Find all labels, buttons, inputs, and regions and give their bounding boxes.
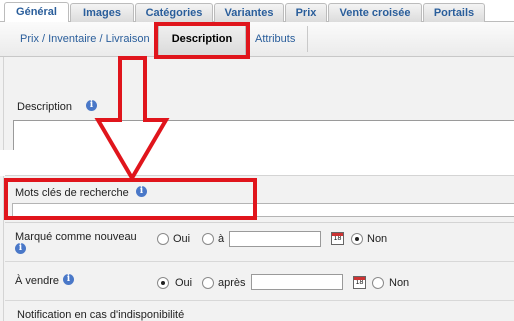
annotation-arrow-icon: [94, 56, 170, 182]
tab-general[interactable]: Général: [4, 2, 69, 22]
